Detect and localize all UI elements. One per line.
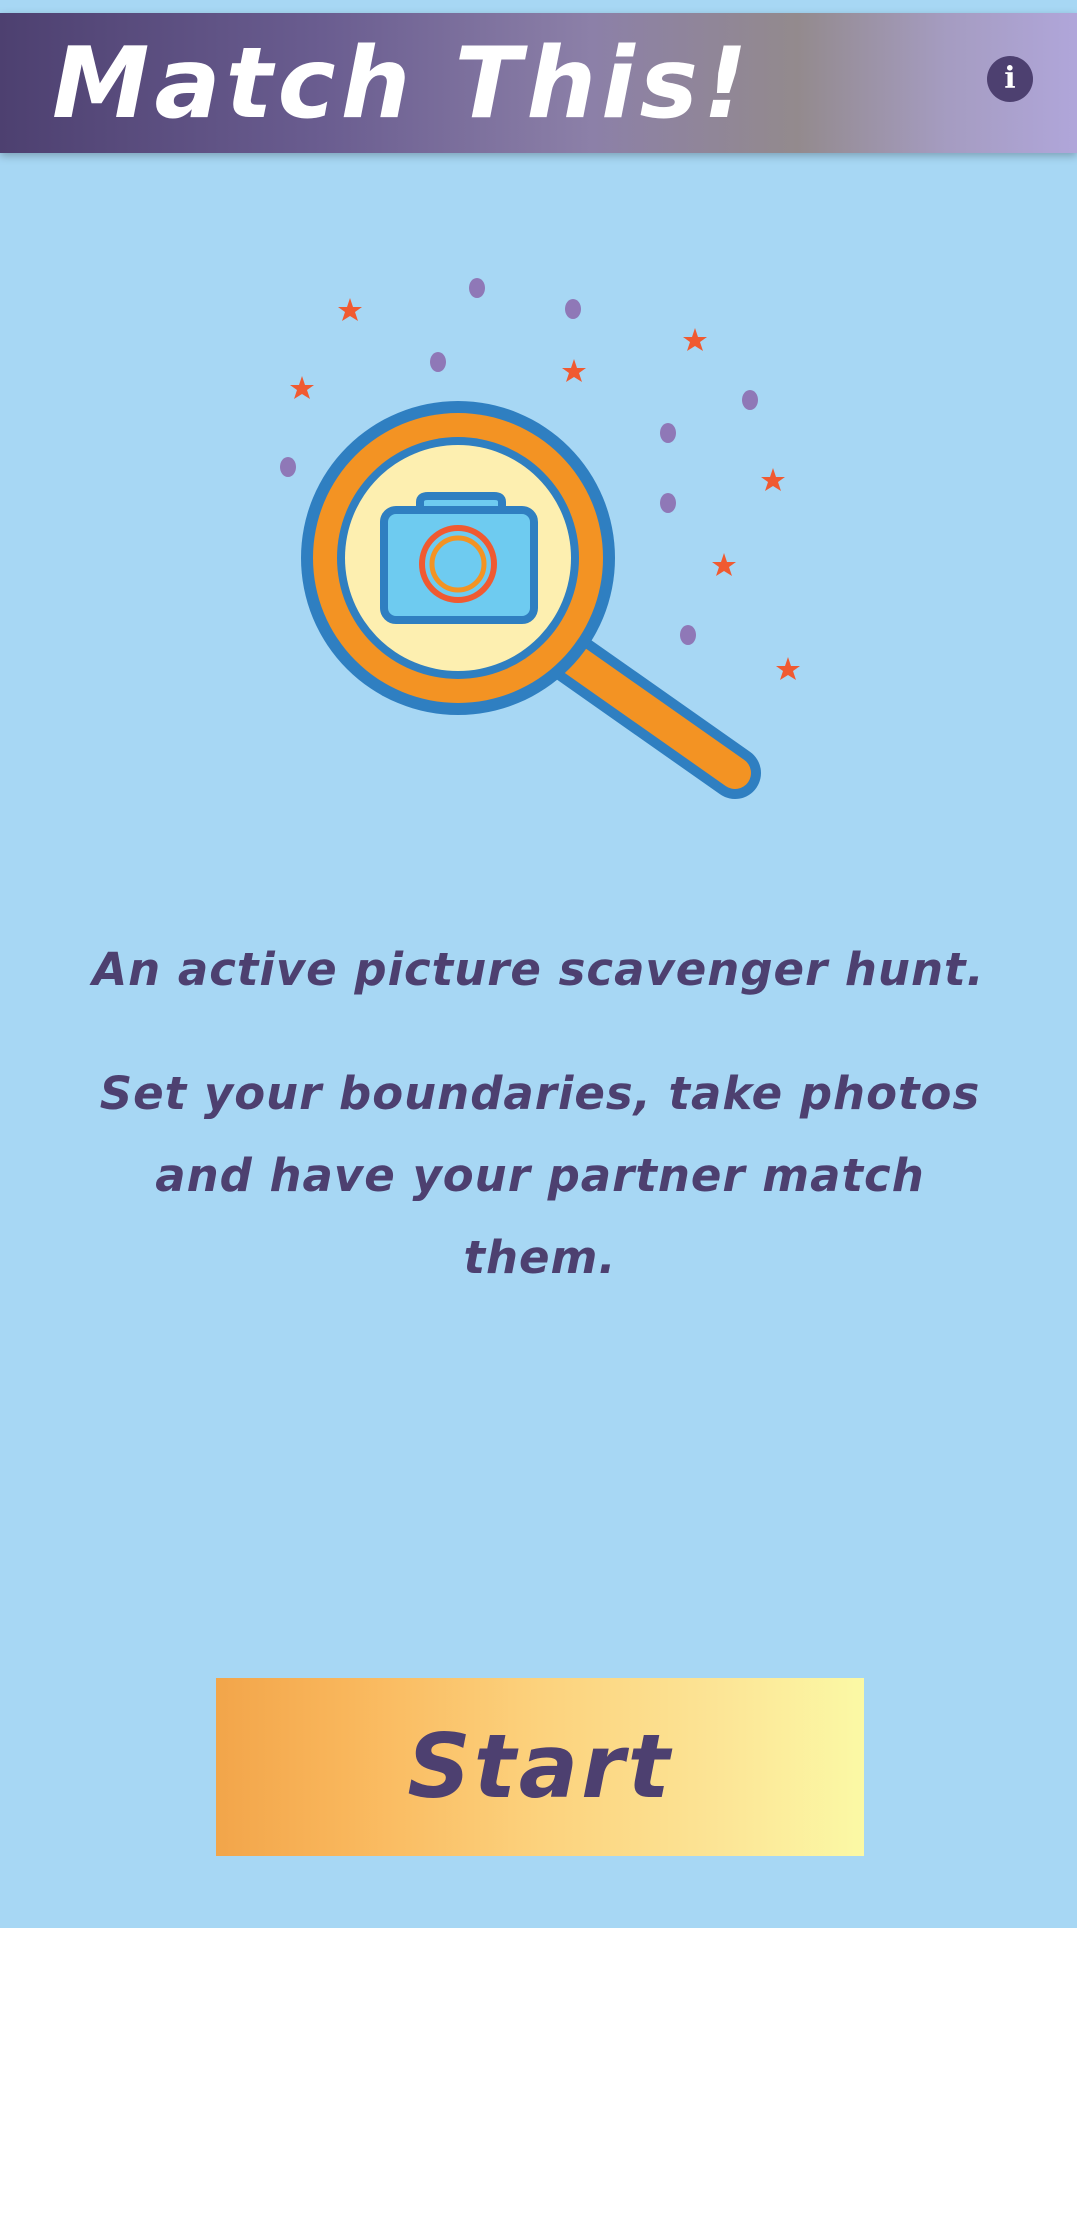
- dot: [469, 278, 485, 298]
- tagline: An active picture scavenger hunt.: [92, 943, 985, 996]
- star-icon: [776, 657, 800, 680]
- dot: [280, 457, 296, 477]
- app-screen: Match This! i An active picture scavenge…: [0, 0, 1077, 1928]
- star-icon: [338, 298, 362, 321]
- info-icon[interactable]: i: [987, 56, 1033, 102]
- app-title: Match This!: [52, 27, 753, 141]
- magnifier-handle: [534, 624, 761, 799]
- dot: [660, 423, 676, 443]
- magnifying-glass-camera-icon: [280, 278, 800, 799]
- dot: [430, 352, 446, 372]
- dot: [742, 390, 758, 410]
- star-icon: [290, 376, 314, 399]
- dot: [660, 493, 676, 513]
- star-icon: [761, 468, 785, 491]
- start-button[interactable]: Start: [216, 1678, 864, 1856]
- star-icon: [683, 328, 707, 351]
- description: Set your boundaries, take photos and hav…: [99, 1067, 981, 1284]
- star-icon: [712, 553, 736, 576]
- camera-icon: [380, 492, 538, 624]
- app-header: Match This! i: [0, 13, 1077, 153]
- dot: [565, 299, 581, 319]
- star-icon: [562, 359, 586, 382]
- dot: [680, 625, 696, 645]
